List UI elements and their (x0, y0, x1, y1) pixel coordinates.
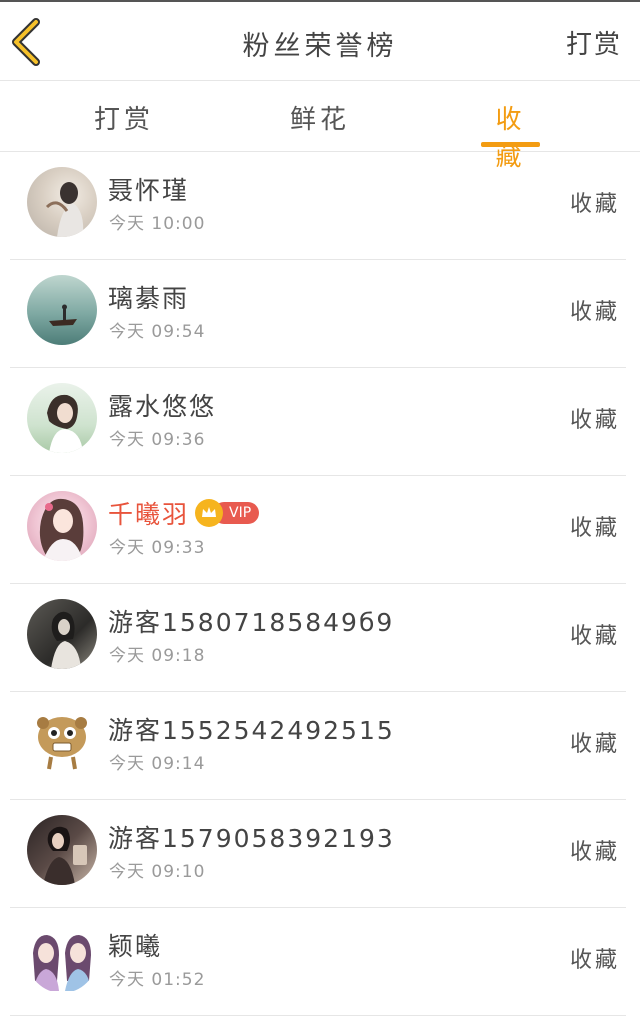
avatar (27, 275, 97, 345)
fan-name: 游客1552542492515 (108, 716, 395, 745)
action-label: 收藏 (569, 300, 620, 325)
list-item[interactable]: 游客1579058392193 今天 09:10 收藏 (10, 800, 626, 908)
tab-favorites[interactable]: 收藏 (481, 99, 540, 172)
fan-name: 颖曦 (108, 932, 163, 961)
name-line: 颖曦 (108, 928, 162, 962)
fan-name: 露水悠悠 (108, 392, 217, 421)
list-item[interactable]: 璃綦雨 今天 09:54 收藏 (10, 260, 626, 368)
avatar-figure (51, 611, 81, 669)
avatar-figure (45, 182, 84, 237)
tab-reward[interactable]: 打赏 (92, 99, 156, 151)
avatar-figure (49, 304, 77, 326)
tab-label: 打赏 (93, 105, 154, 135)
avatar (27, 167, 97, 237)
avatar-figure (47, 394, 83, 453)
avatar (27, 707, 97, 777)
timestamp: 今天 09:10 (109, 862, 206, 882)
name-line: 聂怀瑾 (108, 172, 189, 206)
list-item[interactable]: 游客15807185849б9 今天 09:18 收藏 (10, 584, 626, 692)
list-item[interactable]: 颖曦 今天 01:52 收藏 (10, 908, 626, 1016)
avatar-figure (43, 826, 87, 885)
name-line: 游客1579058392193 (108, 820, 395, 854)
fan-name: 千曦羽 (108, 500, 190, 529)
vip-badge: VIP (195, 499, 260, 527)
action-label: 收藏 (569, 624, 620, 649)
name-line: 璃綦雨 (108, 280, 189, 314)
fan-list: 聂怀瑾 今天 10:00 收藏 璃綦雨 今天 09:54 收藏 露水悠悠 今天 … (0, 152, 640, 1016)
avatar (27, 383, 97, 453)
action-label: 收藏 (569, 408, 620, 433)
action-label: 收藏 (569, 948, 620, 973)
reward-button[interactable]: 打赏 (566, 24, 622, 61)
tab-flowers[interactable]: 鲜花 (288, 99, 352, 151)
avatar (27, 923, 97, 993)
fan-name: 璃綦雨 (108, 284, 190, 313)
crown-icon (195, 499, 224, 527)
timestamp: 今天 09:54 (109, 322, 206, 342)
action-label: 收藏 (569, 516, 620, 541)
header-bar: 粉丝荣誉榜 打赏 (0, 2, 640, 81)
tab-bar: 打赏 鲜花 收藏 (0, 81, 640, 172)
fan-name: 游客15807185849б9 (108, 608, 395, 637)
avatar (27, 491, 97, 561)
timestamp: 今天 09:14 (109, 754, 206, 774)
timestamp: 今天 09:18 (109, 646, 206, 666)
page-title: 粉丝荣誉榜 (242, 31, 398, 62)
avatar-figure (37, 717, 87, 770)
list-item[interactable]: 千曦羽 VIP 今天 09:33 收藏 (10, 476, 626, 584)
active-tab-indicator (481, 142, 540, 147)
avatar-figure (39, 498, 84, 561)
action-label: 收藏 (569, 840, 620, 865)
fan-name: 游客1579058392193 (108, 824, 395, 853)
list-item[interactable]: 聂怀瑾 今天 10:00 收藏 (10, 152, 626, 260)
timestamp: 今天 09:33 (109, 538, 206, 558)
action-label: 收藏 (569, 192, 620, 217)
avatar-figure (33, 935, 91, 991)
timestamp: 今天 09:36 (109, 430, 206, 450)
avatar (27, 599, 97, 669)
list-item[interactable]: 游客1552542492515 今天 09:14 收藏 (10, 692, 626, 800)
action-label: 收藏 (569, 732, 620, 757)
tab-label: 鲜花 (289, 105, 350, 135)
name-line: 露水悠悠 (108, 388, 216, 422)
fan-name: 聂怀瑾 (108, 176, 190, 205)
timestamp: 今天 10:00 (109, 214, 206, 234)
avatar (27, 815, 97, 885)
name-line: 游客15807185849б9 (108, 604, 394, 638)
name-line: 千曦羽 VIP (108, 496, 260, 530)
timestamp: 今天 01:52 (109, 970, 206, 990)
name-line: 游客1552542492515 (108, 712, 395, 746)
list-item[interactable]: 露水悠悠 今天 09:36 收藏 (10, 368, 626, 476)
